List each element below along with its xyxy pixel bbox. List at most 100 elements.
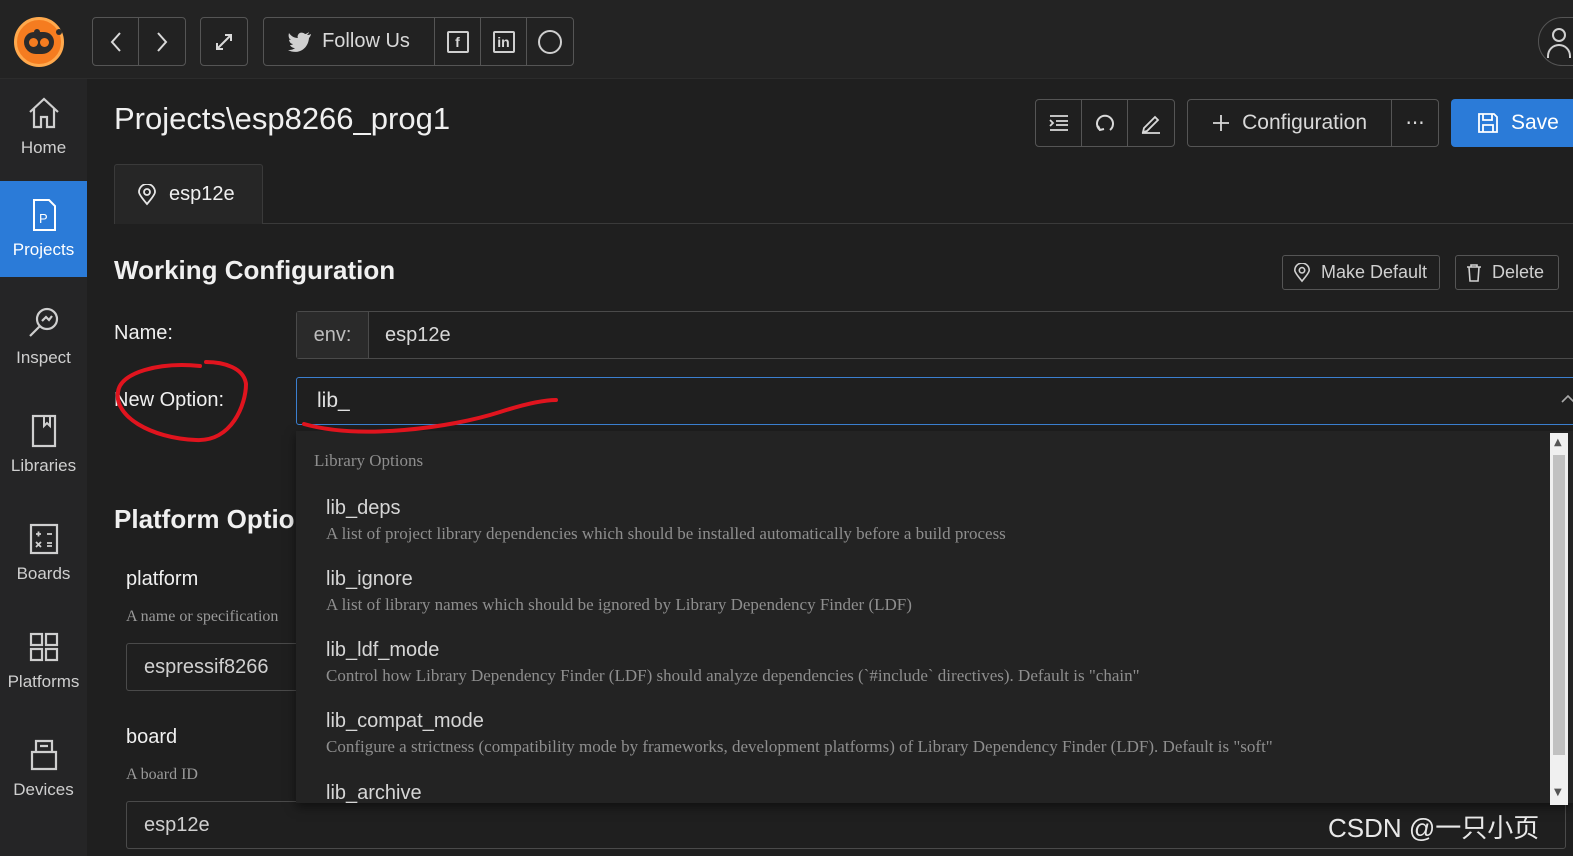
environment-tabs: esp12e <box>114 164 1573 224</box>
calculator-icon <box>29 523 58 555</box>
save-icon <box>1478 113 1498 133</box>
book-icon <box>31 414 56 448</box>
sidebar-item-label: Platforms <box>7 672 80 691</box>
user-account-button[interactable] <box>1538 17 1573 66</box>
logo-eye <box>29 38 38 47</box>
delete-label: Delete <box>1492 262 1545 282</box>
edit-button[interactable] <box>1128 100 1174 146</box>
working-configuration-title: Working Configuration <box>114 255 396 285</box>
fullscreen-button[interactable] <box>201 18 247 65</box>
fullscreen-group <box>200 17 248 66</box>
env-name-value: esp12e <box>385 323 451 346</box>
sidebar-item-projects[interactable]: P Projects <box>0 181 87 277</box>
refresh-button[interactable] <box>1082 100 1128 146</box>
platform-options-title: Platform Options <box>114 504 325 534</box>
board-option-desc: A board ID <box>126 766 198 783</box>
expand-icon <box>216 33 232 50</box>
option-suggestions-dropdown: Library Options lib_deps A list of proje… <box>296 431 1573 803</box>
history-nav <box>92 17 186 66</box>
env-name-field[interactable]: env: esp12e <box>296 311 1573 359</box>
sidebar-item-label: Home <box>20 138 67 157</box>
forward-button[interactable] <box>139 18 185 65</box>
sidebar-item-label: Projects <box>12 240 75 259</box>
platformio-logo[interactable] <box>14 17 64 67</box>
sidebar-item-boards[interactable]: Boards <box>0 505 87 601</box>
sidebar-item-label: Devices <box>13 780 74 799</box>
sidebar-item-home[interactable]: Home <box>0 79 87 175</box>
make-default-button[interactable]: Make Default <box>1282 255 1440 290</box>
svg-text:P: P <box>39 211 48 226</box>
chevron-up-icon[interactable] <box>1561 392 1573 406</box>
platform-option-desc: A name or specification <box>126 608 279 625</box>
save-button[interactable]: Save <box>1451 99 1573 147</box>
tab-esp12e[interactable]: esp12e <box>114 164 263 224</box>
chevron-right-icon <box>157 31 168 52</box>
refresh-icon <box>1095 114 1114 132</box>
scroll-down-arrow-icon[interactable]: ▼ <box>1554 787 1562 798</box>
save-label: Save <box>1511 111 1559 134</box>
delete-button[interactable]: Delete <box>1455 255 1559 290</box>
board-option-name: board <box>126 726 178 748</box>
trash-icon <box>1467 263 1481 282</box>
list-outline-icon <box>1048 115 1068 131</box>
top-bar: Follow Us f in <box>0 0 1573 79</box>
logo-face <box>24 29 62 54</box>
user-icon-body <box>1547 44 1571 58</box>
tab-label: esp12e <box>169 183 235 205</box>
location-pin-icon <box>1293 262 1311 282</box>
logo-eye <box>40 38 49 47</box>
grid-icon <box>29 632 58 662</box>
project-toolbar <box>1035 99 1175 147</box>
social-group: Follow Us f in <box>263 17 574 66</box>
more-label: ··· <box>1405 111 1425 135</box>
dropdown-scrollbar[interactable]: ▲ ▼ <box>1550 433 1568 805</box>
home-icon <box>28 97 59 129</box>
plus-icon <box>1213 115 1230 131</box>
option-description: A list of library names which should be … <box>326 595 912 614</box>
chevron-left-icon <box>110 31 121 52</box>
dropdown-option-lib-ldf-mode[interactable]: lib_ldf_mode Control how Library Depende… <box>326 639 1140 686</box>
option-description: A list of project library dependencies w… <box>326 524 1006 543</box>
scrollbar-thumb[interactable] <box>1553 455 1565 755</box>
dropdown-option-lib-deps[interactable]: lib_deps A list of project library depen… <box>326 497 1006 544</box>
sidebar-item-libraries[interactable]: Libraries <box>0 397 87 493</box>
platform-option-name: platform <box>126 568 199 590</box>
option-name: lib_archive <box>326 782 422 803</box>
option-name: lib_compat_mode <box>326 710 484 732</box>
dropdown-option-lib-archive[interactable]: lib_archive <box>326 782 422 803</box>
back-button[interactable] <box>93 18 139 65</box>
sidebar-item-platforms[interactable]: Platforms <box>0 613 87 709</box>
dropdown-group-label: Library Options <box>314 451 424 470</box>
follow-us-button[interactable]: Follow Us <box>264 18 435 65</box>
outline-button[interactable] <box>1036 100 1082 146</box>
option-description: Configure a strictness (compatibility mo… <box>326 737 1273 756</box>
name-label: Name: <box>114 322 173 344</box>
add-configuration-button[interactable]: Configuration <box>1188 100 1393 146</box>
facebook-button[interactable]: f <box>435 18 481 65</box>
csdn-watermark: CSDN @一只小页 <box>1328 813 1540 843</box>
new-option-value: lib_ <box>317 389 350 412</box>
option-description: Control how Library Dependency Finder (L… <box>326 666 1140 685</box>
sidebar: Home P Projects Inspect Libraries Boards <box>0 79 87 856</box>
platform-value: espressif8266 <box>144 655 269 678</box>
sidebar-item-label: Inspect <box>16 348 71 367</box>
device-icon <box>30 739 57 771</box>
more-button[interactable]: ··· <box>1392 100 1438 146</box>
location-pin-icon <box>138 183 156 205</box>
user-icon <box>1552 28 1566 42</box>
sidebar-item-label: Libraries <box>10 456 77 475</box>
dropdown-option-lib-compat-mode[interactable]: lib_compat_mode Configure a strictness (… <box>326 710 1273 757</box>
scroll-up-arrow-icon[interactable]: ▲ <box>1554 437 1562 448</box>
sidebar-item-devices[interactable]: Devices <box>0 721 87 817</box>
pencil-icon <box>1141 115 1160 134</box>
linkedin-button[interactable]: in <box>481 18 527 65</box>
new-option-input[interactable]: lib_ <box>296 377 1573 425</box>
sidebar-item-inspect[interactable]: Inspect <box>0 289 87 385</box>
logo-antenna <box>56 29 62 35</box>
facebook-icon: f <box>446 30 469 53</box>
logo-antenna <box>34 29 40 35</box>
project-file-icon: P <box>32 199 56 231</box>
option-name: lib_ignore <box>326 568 413 590</box>
github-button[interactable] <box>527 18 573 65</box>
dropdown-option-lib-ignore[interactable]: lib_ignore A list of library names which… <box>326 568 912 615</box>
